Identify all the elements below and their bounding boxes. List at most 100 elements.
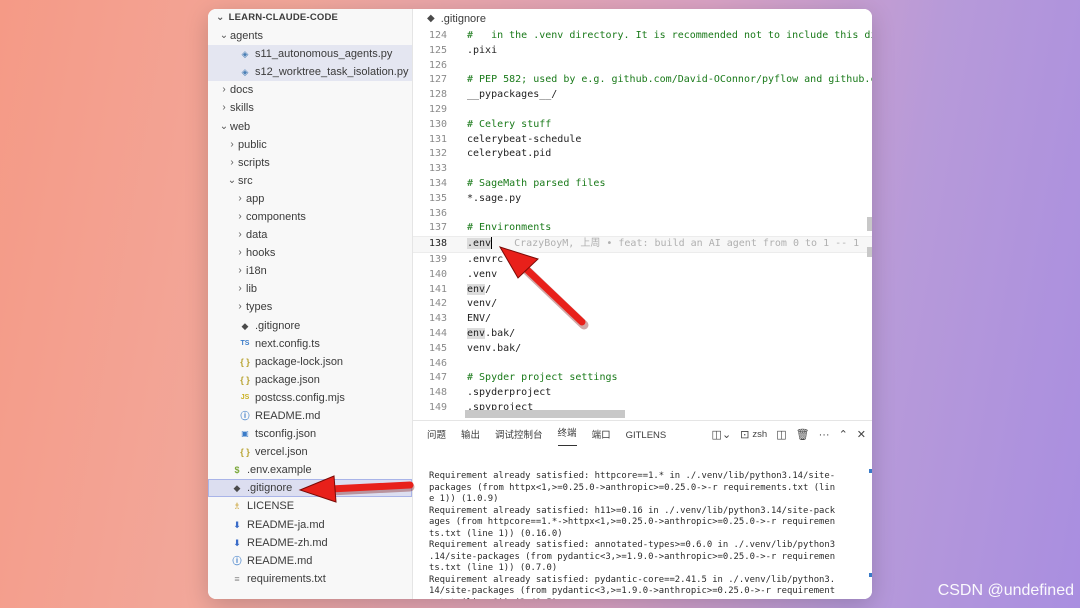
code-line[interactable]: 140 .venv (413, 268, 872, 283)
maximize-icon[interactable]: ⌃ (839, 428, 848, 441)
code-line[interactable]: 145 venv.bak/ (413, 342, 872, 357)
gitlens-blame-annotation[interactable]: CrazyBoyM, 上周 • feat: build an AI agent … (514, 238, 859, 249)
tree-folder[interactable]: ⌄ agents (208, 27, 412, 45)
code-line[interactable]: 141 env/ (413, 283, 872, 298)
code-line[interactable]: 134 # SageMath parsed files (413, 177, 872, 192)
markdown-icon: ⬇ (233, 537, 241, 548)
panel-tab[interactable]: 输出 (461, 421, 480, 451)
tree-folder[interactable]: › types (208, 298, 412, 316)
tree-item-label: README-zh.md (247, 536, 328, 549)
tree-folder[interactable]: › scripts (208, 154, 412, 172)
line-number: 133 (428, 163, 447, 175)
more-icon[interactable]: ··· (819, 429, 830, 441)
tree-folder[interactable]: › skills (208, 99, 412, 117)
code-line[interactable]: 147 # Spyder project settings (413, 371, 872, 386)
tree-item-label: README-ja.md (247, 518, 325, 531)
tree-file[interactable]: ♗ LICENSE (208, 497, 412, 515)
line-number: 144 (428, 327, 447, 339)
code-line[interactable]: 126 (413, 59, 872, 74)
panel-tab[interactable]: 端口 (592, 421, 611, 451)
terminal-line: s.txt (line 1)) (2.41.5) (429, 598, 869, 600)
chevron-right-icon: › (230, 156, 234, 168)
code-text: env.bak/ (447, 327, 515, 342)
code-line[interactable]: 142 venv/ (413, 297, 872, 312)
split-terminal-icon[interactable]: ◫ (776, 428, 786, 441)
tree-file[interactable]: ⬇ README-zh.md (208, 534, 412, 552)
code-text: venv/ (467, 298, 498, 310)
explorer-header[interactable]: ⌄ LEARN-CLAUDE-CODE (208, 9, 412, 27)
code-line[interactable]: 127 # PEP 582; used by e.g. github.com/Da… (413, 73, 872, 88)
tree-file[interactable]: ⓘ README.md (208, 552, 412, 570)
code-line[interactable]: 137 # Environments (413, 221, 872, 236)
panel-actions: ◫⌄ ⊡ zsh ◫ 🗑 ··· ⌃ ✕ (712, 428, 866, 442)
vertical-scrollbar-marker[interactable] (867, 217, 872, 231)
shell-name[interactable]: zsh (752, 429, 767, 440)
license-icon: ♗ (232, 501, 242, 512)
tree-item-label: postcss.config.mjs (255, 391, 345, 404)
tree-file[interactable]: ≡ requirements.txt (208, 570, 412, 588)
tree-folder[interactable]: › docs (208, 81, 412, 99)
trash-icon[interactable]: 🗑 (796, 428, 810, 441)
code-line[interactable]: 133 (413, 162, 872, 177)
horizontal-scrollbar[interactable] (465, 410, 625, 418)
tree-file[interactable]: ◆ .gitignore (208, 479, 412, 498)
line-number: 134 (428, 177, 447, 189)
split-layout-icon[interactable]: ◫⌄ (712, 428, 732, 441)
code-line[interactable]: 135 *.sage.py (413, 192, 872, 207)
tree-folder[interactable]: › components (208, 208, 412, 226)
tree-file[interactable]: ▣ tsconfig.json (208, 425, 412, 443)
tree-folder[interactable]: ⌄ web (208, 117, 412, 135)
code-text: # Spyder project settings (467, 372, 618, 384)
match-highlight: env (467, 283, 486, 295)
tree-folder[interactable]: › hooks (208, 244, 412, 262)
code-line[interactable]: 128 __pypackages__/ (413, 88, 872, 103)
tree-item-label: docs (230, 84, 254, 97)
tree-file[interactable]: ◈ s12_worktree_task_isolation.py (208, 63, 412, 82)
code-line[interactable]: 138 .env CrazyBoyM, 上周 • feat: build an AI… (413, 236, 872, 253)
tree-file[interactable]: $ .env.example (208, 461, 412, 479)
tree-file[interactable]: { } package-lock.json (208, 353, 412, 371)
code-line[interactable]: 136 (413, 207, 872, 222)
tree-file[interactable]: JS postcss.config.mjs (208, 389, 412, 407)
editor-pane[interactable]: ◆ .gitignore 124 # in the .venv directory… (413, 9, 872, 420)
tree-folder[interactable]: › public (208, 136, 412, 154)
terminal-output[interactable]: Requirement already satisfied: httpcore=… (429, 471, 869, 599)
tree-folder[interactable]: ⌄ src (208, 172, 412, 190)
code-line[interactable]: 132 celerybeat.pid (413, 147, 872, 162)
terminal-icon[interactable]: ⊡ (740, 428, 749, 441)
code-line[interactable]: 144 env.bak/ (413, 327, 872, 342)
code-area[interactable]: 124 # in the .venv directory. It is recom… (413, 29, 872, 416)
tree-folder[interactable]: › lib (208, 280, 412, 298)
tree-file[interactable]: TS next.config.ts (208, 335, 412, 353)
code-line[interactable]: 148 .spyderproject (413, 386, 872, 401)
tree-folder[interactable]: › data (208, 226, 412, 244)
vertical-scrollbar-marker[interactable] (867, 247, 872, 257)
code-line[interactable]: 129 (413, 103, 872, 118)
git-icon: ◆ (233, 483, 241, 494)
tree-folder[interactable]: › app (208, 190, 412, 208)
tree-file[interactable]: ◈ s11_autonomous_agents.py (208, 45, 412, 64)
tree-file[interactable]: ⬇ README-ja.md (208, 516, 412, 534)
tree-item-label: README.md (255, 410, 321, 423)
panel-tab[interactable]: 调试控制台 (495, 421, 543, 451)
tree-file[interactable]: ◆ .gitignore (208, 317, 412, 335)
panel-tab[interactable]: 问题 (427, 421, 446, 451)
panel-tab[interactable]: 终端 (557, 423, 577, 446)
close-icon[interactable]: ✕ (857, 428, 866, 441)
tree-file[interactable]: { } package.json (208, 371, 412, 389)
code-line[interactable]: 131 celerybeat-schedule (413, 133, 872, 148)
tree-folder[interactable]: › i18n (208, 262, 412, 280)
editor-breadcrumb[interactable]: ◆ .gitignore (413, 9, 872, 29)
tree-file[interactable]: { } vercel.json (208, 443, 412, 461)
panel-tab[interactable]: GITLENS (626, 421, 667, 451)
file-tree: ⌄ agents ◈ s11_autonomous_agents.py ◈ s12_wor… (208, 27, 412, 588)
code-line[interactable]: 124 # in the .venv directory. It is recom… (413, 29, 872, 44)
code-line[interactable]: 146 (413, 357, 872, 372)
tree-file[interactable]: ⓘ README.md (208, 407, 412, 425)
code-line[interactable]: 130 # Celery stuff (413, 118, 872, 133)
code-line[interactable]: 125 .pixi (413, 44, 872, 59)
code-line[interactable]: 139 .envrc (413, 253, 872, 268)
chevron-right-icon: › (238, 283, 242, 295)
code-line[interactable]: 143 ENV/ (413, 312, 872, 327)
line-number: 127 (428, 74, 447, 86)
